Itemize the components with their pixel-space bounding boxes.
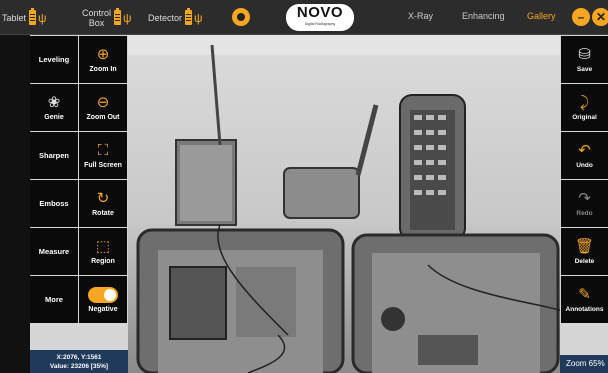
pixel-coords: X:2076, Y:1561 — [56, 354, 102, 361]
original-button[interactable]: ⤸ Original — [561, 84, 608, 131]
xray-image-graphic — [128, 35, 560, 373]
left-edge-strip — [0, 35, 30, 373]
undo-icon: ↶ — [578, 141, 591, 159]
save-icon: ⛁ — [578, 45, 591, 63]
battery-icon — [185, 8, 193, 25]
region-icon: ⬚ — [95, 237, 111, 255]
full-screen-button[interactable]: ⛶ Full Screen — [79, 132, 127, 179]
genie-label: Genie — [44, 113, 64, 121]
zoom-out-label: Zoom Out — [86, 113, 120, 121]
right-tool-panel: ⛁ Save ⤸ Original ↶ Undo ↷ Redo 🗑 Delete… — [560, 35, 608, 373]
sharpen-label: Sharpen — [38, 151, 69, 160]
settings-gear-icon[interactable] — [232, 8, 250, 26]
trash-icon: 🗑 — [574, 237, 595, 255]
top-bar: Tablet ψ Control Box ψ Detector ψ NOVO D… — [0, 0, 608, 35]
emboss-button[interactable]: Emboss — [30, 180, 78, 227]
plug-icon: ψ — [38, 10, 47, 25]
save-label: Save — [576, 65, 593, 73]
pixel-info: X:2076, Y:1561 Value: 23206 [35%] — [30, 350, 128, 373]
leveling-label: Leveling — [38, 55, 70, 64]
original-label: Original — [572, 113, 597, 121]
zoom-in-button[interactable]: ⊕ Zoom In — [79, 36, 127, 83]
region-label: Region — [91, 257, 115, 265]
genie-icon: ❀ — [47, 93, 61, 111]
negative-label: Negative — [88, 305, 118, 313]
control-box-status: Control Box ψ — [82, 0, 132, 35]
detector-status: Detector ψ — [148, 0, 203, 35]
redo-label: Redo — [576, 209, 593, 217]
measure-label: Measure — [38, 247, 70, 256]
annotations-icon: ✎ — [578, 285, 591, 303]
sharpen-button[interactable]: Sharpen — [30, 132, 78, 179]
region-button[interactable]: ⬚ Region — [79, 228, 127, 275]
emboss-label: Emboss — [39, 199, 69, 208]
tablet-label: Tablet — [2, 12, 27, 23]
tab-gallery[interactable]: Gallery — [527, 11, 556, 21]
zoom-out-icon: ⊖ — [96, 93, 110, 111]
zoom-out-button[interactable]: ⊖ Zoom Out — [79, 84, 127, 131]
tab-enhancing[interactable]: Enhancing — [462, 11, 505, 21]
more-button[interactable]: More — [30, 276, 78, 323]
undo-button[interactable]: ↶ Undo — [561, 132, 608, 179]
novo-logo: NOVO Digital Radiography — [286, 4, 354, 31]
negative-button[interactable]: Negative — [79, 276, 127, 323]
measure-button[interactable]: Measure — [30, 228, 78, 275]
close-icon[interactable]: ✕ — [592, 8, 608, 26]
full-screen-label: Full Screen — [84, 161, 122, 169]
negative-toggle[interactable] — [88, 286, 118, 303]
rotate-button[interactable]: ↻ Rotate — [79, 180, 127, 227]
delete-button[interactable]: 🗑 Delete — [561, 228, 608, 275]
pixel-value: Value: 23206 [35%] — [49, 363, 109, 370]
control-box-label-line1: Control — [82, 7, 112, 18]
battery-icon — [114, 8, 122, 25]
zoom-in-icon: ⊕ — [96, 45, 110, 63]
rotate-icon: ↻ — [96, 189, 110, 207]
full-screen-icon: ⛶ — [97, 141, 109, 159]
zoom-in-label: Zoom In — [89, 65, 117, 73]
genie-button[interactable]: ❀ Genie — [30, 84, 78, 131]
save-button[interactable]: ⛁ Save — [561, 36, 608, 83]
tablet-status: Tablet ψ — [2, 0, 47, 35]
delete-label: Delete — [574, 257, 595, 265]
minimize-icon[interactable]: – — [572, 8, 590, 26]
battery-icon — [29, 8, 37, 25]
detector-label: Detector — [148, 12, 183, 23]
left-tool-panel-a: Leveling ❀ Genie Sharpen Emboss Measure … — [30, 35, 79, 373]
more-label: More — [45, 295, 63, 304]
tab-xray[interactable]: X-Ray — [408, 11, 433, 21]
xray-image[interactable] — [128, 35, 560, 373]
control-box-label-line2: Box — [88, 17, 105, 28]
left-tool-panel-b: ⊕ Zoom In ⊖ Zoom Out ⛶ Full Screen ↻ Rot… — [79, 35, 128, 373]
plug-icon: ψ — [123, 10, 132, 25]
annotations-button[interactable]: ✎ Annotations — [561, 276, 608, 323]
redo-icon: ↷ — [578, 189, 591, 207]
zoom-level: Zoom 65% — [560, 355, 608, 373]
leveling-button[interactable]: Leveling — [30, 36, 78, 83]
undo-label: Undo — [576, 161, 593, 169]
original-icon: ⤸ — [579, 93, 589, 111]
redo-button[interactable]: ↷ Redo — [561, 180, 608, 227]
logo-subtitle: Digital Radiography — [304, 22, 336, 26]
annotations-label: Annotations — [565, 305, 604, 313]
logo-brand: NOVO — [296, 4, 344, 21]
rotate-label: Rotate — [92, 209, 114, 217]
plug-icon: ψ — [194, 10, 203, 25]
